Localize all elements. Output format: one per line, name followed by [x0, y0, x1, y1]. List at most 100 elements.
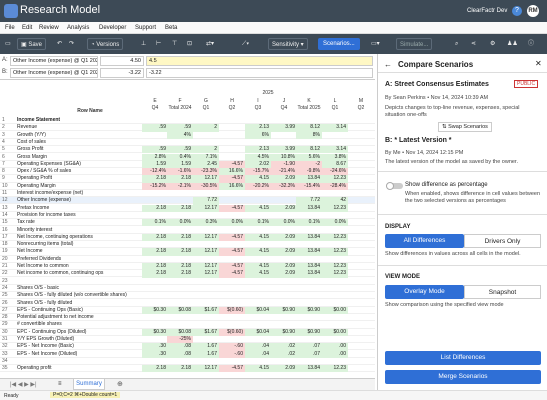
row-label[interactable]: EPC - Continuing Ops (Diluted): [17, 329, 139, 336]
row-label[interactable]: Preferred Dividends: [17, 256, 139, 263]
menu-support[interactable]: Support: [135, 25, 156, 31]
table-cell[interactable]: $0.08: [167, 306, 193, 314]
table-cell[interactable]: -15.4%: [296, 182, 322, 190]
table-cell[interactable]: 12.17: [193, 248, 219, 256]
table-cell[interactable]: 16.6%: [219, 182, 245, 190]
table-cell[interactable]: $0.90: [296, 328, 322, 336]
org-name[interactable]: ClearFactr Dev: [467, 8, 507, 14]
table-cell[interactable]: 2.18: [167, 204, 193, 212]
table-cell[interactable]: 7.72: [193, 197, 219, 205]
table-cell[interactable]: 2.18: [167, 365, 193, 373]
table-cell[interactable]: 2: [193, 124, 219, 132]
drivers-only-option[interactable]: Drivers Only: [464, 234, 541, 248]
column-letter[interactable]: L: [322, 98, 348, 104]
table-cell[interactable]: $1.67: [193, 306, 219, 314]
column-letter[interactable]: J: [271, 98, 297, 104]
formula-b-expr[interactable]: -3.22: [146, 68, 373, 78]
menu-analysis[interactable]: Analysis: [67, 25, 89, 31]
table-cell[interactable]: 4.15: [245, 263, 271, 271]
insert-row-icon[interactable]: ⊥: [141, 38, 146, 50]
formula-a-expr[interactable]: 4.5: [146, 56, 373, 66]
table-cell[interactable]: 2.09: [271, 204, 297, 212]
table-cell[interactable]: 13.84: [296, 233, 322, 241]
table-cell[interactable]: 4.15: [245, 248, 271, 256]
undo-icon[interactable]: ↶: [57, 38, 62, 50]
table-cell[interactable]: 0.1%: [142, 219, 168, 227]
table-cell[interactable]: -2: [296, 160, 322, 168]
column-letter[interactable]: I: [245, 98, 271, 104]
row-label[interactable]: Shares O/S - fully diluted (w/o converti…: [17, 292, 139, 299]
clear-icon[interactable]: ⊡: [187, 38, 192, 50]
menu-developer[interactable]: Developer: [99, 25, 126, 31]
table-cell[interactable]: .04: [245, 343, 271, 351]
table-cell[interactable]: .08: [167, 343, 193, 351]
column-letter[interactable]: M: [348, 98, 374, 104]
table-cell[interactable]: 2.45: [193, 160, 219, 168]
table-cell[interactable]: $0.90: [271, 306, 297, 314]
table-cell[interactable]: 2.18: [167, 263, 193, 271]
list-differences-button[interactable]: List Differences: [385, 351, 541, 365]
table-cell[interactable]: 2.09: [271, 233, 297, 241]
table-cell[interactable]: 13.84: [296, 204, 322, 212]
row-label[interactable]: # convertible shares: [17, 321, 139, 328]
table-cell[interactable]: .59: [167, 146, 193, 154]
table-cell[interactable]: $0.90: [296, 306, 322, 314]
menu-beta[interactable]: Beta: [165, 25, 177, 31]
info-icon[interactable]: ⓘ: [528, 38, 534, 50]
row-label[interactable]: Operating Profit: [17, 175, 139, 182]
table-cell[interactable]: 13.84: [296, 175, 322, 183]
table-cell[interactable]: -28.4%: [322, 182, 348, 190]
back-arrow-icon[interactable]: ←: [384, 60, 392, 69]
table-cell[interactable]: 12.17: [193, 263, 219, 271]
table-cell[interactable]: $(0.60): [219, 328, 245, 336]
column-letter[interactable]: H: [219, 98, 245, 104]
table-cell[interactable]: 2.09: [271, 270, 297, 278]
row-label[interactable]: Net Income to common: [17, 263, 139, 270]
row-label[interactable]: Operating profit: [17, 365, 139, 372]
table-cell[interactable]: 13.84: [296, 263, 322, 271]
row-label[interactable]: EPS - Net Income (Diluted): [17, 351, 139, 358]
table-cell[interactable]: -4.57: [219, 204, 245, 212]
table-cell[interactable]: 3.99: [271, 146, 297, 154]
table-cell[interactable]: 4.15: [245, 204, 271, 212]
table-cell[interactable]: 2: [193, 146, 219, 154]
row-label[interactable]: Gross Profit: [17, 146, 139, 153]
row-label[interactable]: Minority interest: [17, 227, 139, 234]
table-cell[interactable]: 2.18: [142, 248, 168, 256]
table-cell[interactable]: 2.13: [245, 124, 271, 132]
table-cell[interactable]: $(0.60): [219, 306, 245, 314]
format-icon[interactable]: ⊤: [172, 38, 177, 50]
table-cell[interactable]: .59: [142, 146, 168, 154]
table-cell[interactable]: 3.14: [322, 124, 348, 132]
all-differences-option[interactable]: All Differences: [385, 234, 464, 248]
table-cell[interactable]: .07: [296, 343, 322, 351]
table-cell[interactable]: 8.12: [296, 124, 322, 132]
table-cell[interactable]: 16.6%: [219, 168, 245, 176]
table-cell[interactable]: 1.59: [167, 160, 193, 168]
table-cell[interactable]: 7.1%: [193, 153, 219, 161]
table-cell[interactable]: $0.08: [167, 328, 193, 336]
row-label[interactable]: Shares O/S - basic: [17, 285, 139, 292]
row-label[interactable]: Other Income (expense): [17, 197, 139, 204]
row-label[interactable]: EPS - Continuing Ops (Basic): [17, 307, 139, 314]
table-cell[interactable]: 4.15: [245, 365, 271, 373]
table-cell[interactable]: -21.4%: [271, 168, 297, 176]
table-cell[interactable]: 0.3%: [193, 219, 219, 227]
table-cell[interactable]: 2.18: [167, 270, 193, 278]
table-cell[interactable]: .59: [142, 124, 168, 132]
table-cell[interactable]: 12.17: [193, 365, 219, 373]
table-cell[interactable]: $0.30: [142, 328, 168, 336]
sensitivity-dropdown[interactable]: Sensitivity ▾: [268, 38, 308, 50]
versions-button[interactable]: ◔ Versions: [87, 38, 124, 50]
table-cell[interactable]: -.60: [219, 350, 245, 358]
table-cell[interactable]: -1.6%: [167, 168, 193, 176]
table-cell[interactable]: -24.6%: [322, 168, 348, 176]
table-cell[interactable]: 2.8%: [142, 153, 168, 161]
table-cell[interactable]: 12.23: [322, 270, 348, 278]
row-label[interactable]: Cost of sales: [17, 139, 139, 146]
percent-toggle[interactable]: [386, 182, 403, 190]
row-label[interactable]: Tax rate: [17, 219, 139, 226]
save-button[interactable]: ▣ Save: [17, 38, 47, 50]
row-label[interactable]: Opex / SG&A % of sales: [17, 168, 139, 175]
table-cell[interactable]: -30.5%: [193, 182, 219, 190]
